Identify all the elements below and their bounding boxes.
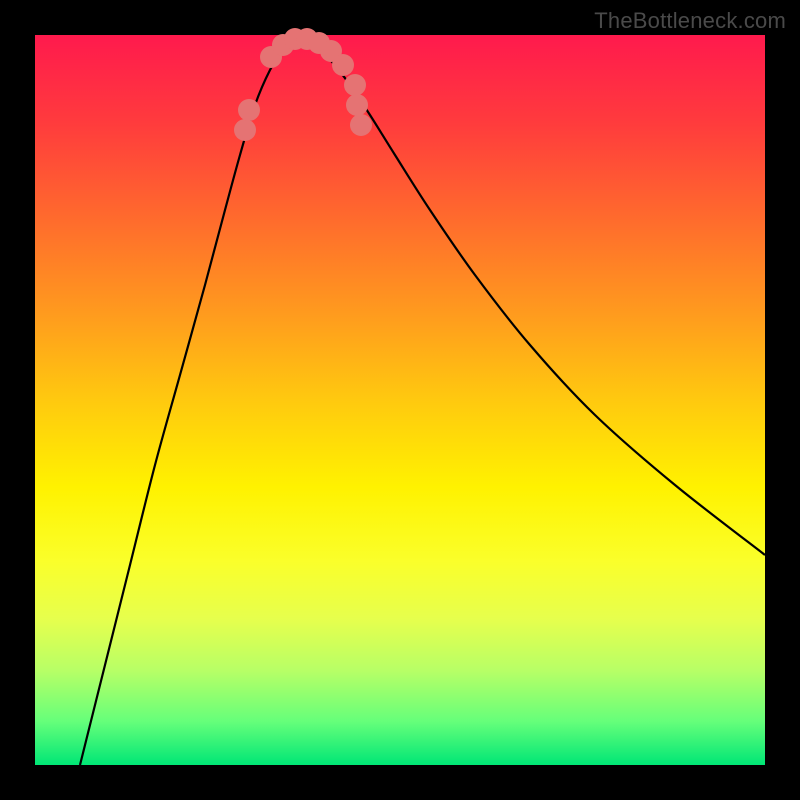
outer-frame: TheBottleneck.com <box>0 0 800 800</box>
bottleneck-curve-path <box>80 38 765 765</box>
marker-dot <box>344 74 366 96</box>
marker-dot <box>332 54 354 76</box>
watermark-text: TheBottleneck.com <box>594 8 786 34</box>
marker-dot <box>234 119 256 141</box>
marker-dot-layer <box>234 28 372 141</box>
marker-dot <box>350 114 372 136</box>
chart-svg <box>35 35 765 765</box>
marker-dot <box>238 99 260 121</box>
marker-dot <box>346 94 368 116</box>
chart-plot-area <box>35 35 765 765</box>
